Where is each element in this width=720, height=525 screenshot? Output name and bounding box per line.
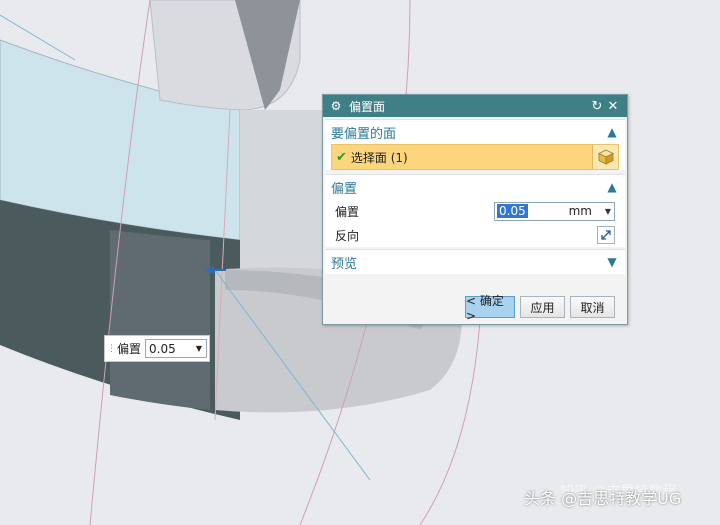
offset-input[interactable]: 0.05 mm ▼ — [494, 201, 615, 221]
faces-section: 要偏置的面 ▲ ✔ 选择面 (1) — [325, 119, 625, 170]
flip-direction-icon[interactable] — [597, 226, 615, 244]
float-offset-input[interactable]: 0.05 ▼ — [145, 339, 208, 358]
offset-floating-field[interactable]: ⋮ 偏置 0.05 ▼ — [104, 335, 210, 362]
dropdown-icon[interactable]: ▼ — [605, 207, 611, 216]
select-face-label: 选择面 (1) — [350, 150, 408, 165]
gear-icon[interactable]: ⚙ — [329, 99, 343, 113]
offset-value: 0.05 — [497, 204, 528, 218]
dropdown-icon[interactable]: ▼ — [196, 344, 202, 353]
select-face-row[interactable]: ✔ 选择面 (1) — [331, 144, 619, 170]
close-icon[interactable]: ✕ — [605, 99, 621, 114]
cube-icon[interactable] — [592, 145, 618, 169]
check-icon: ✔ — [336, 149, 347, 165]
drag-grip-icon[interactable]: ⋮ — [107, 344, 117, 353]
offset-section-label: 偏置 — [331, 181, 358, 197]
preview-section-label: 预览 — [331, 256, 358, 272]
watermark: 头条 @吉思特教学UG — [524, 489, 682, 508]
reverse-row: 反向 — [325, 223, 625, 247]
offset-row: 偏置 0.05 mm ▼ — [325, 199, 625, 223]
offset-section: 偏置 ▲ 偏置 0.05 mm ▼ 反向 — [325, 174, 625, 247]
offset-label: 偏置 — [335, 204, 360, 219]
faces-section-header[interactable]: 要偏置的面 ▲ — [325, 120, 625, 144]
offset-unit: mm — [568, 204, 592, 218]
float-offset-value: 0.05 — [149, 341, 176, 356]
reverse-label: 反向 — [335, 228, 360, 243]
preview-section: 预览 ▼ — [325, 249, 625, 274]
preview-section-header[interactable]: 预览 ▼ — [325, 250, 625, 274]
offset-section-header[interactable]: 偏置 ▲ — [325, 175, 625, 199]
float-offset-label: 偏置 — [117, 342, 142, 356]
ok-button[interactable]: < 确定 > — [465, 294, 515, 323]
cancel-button[interactable]: 取消 — [570, 296, 615, 318]
dialog-title: 偏置面 — [349, 99, 386, 114]
faces-section-label: 要偏置的面 — [331, 126, 397, 142]
dialog-button-bar: < 确定 > 应用 取消 — [323, 294, 627, 323]
offset-face-dialog: ⚙ 偏置面 ↻ ✕ 要偏置的面 ▲ ✔ 选择面 (1) 偏置 ▲ 偏置 0.05… — [322, 94, 628, 325]
reset-icon[interactable]: ↻ — [589, 99, 605, 114]
apply-button[interactable]: 应用 — [520, 296, 565, 318]
chevron-up-icon[interactable]: ▲ — [605, 180, 619, 194]
dialog-titlebar[interactable]: ⚙ 偏置面 ↻ ✕ — [323, 95, 627, 117]
chevron-up-icon[interactable]: ▲ — [605, 125, 619, 139]
chevron-down-icon[interactable]: ▼ — [605, 255, 619, 269]
